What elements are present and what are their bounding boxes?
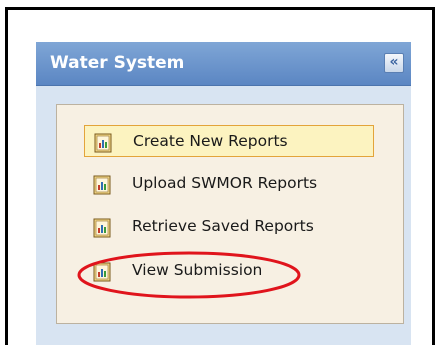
report-icon: [93, 218, 111, 238]
menu-item-upload-swmor-reports[interactable]: Upload SWMOR Reports: [84, 168, 384, 200]
menu-item-label: Retrieve Saved Reports: [132, 217, 314, 235]
collapse-button[interactable]: «: [384, 53, 404, 73]
menu-item-create-new-reports[interactable]: Create New Reports: [84, 125, 374, 157]
panel-header: Water System «: [36, 42, 411, 86]
report-icon: [93, 175, 111, 195]
report-icon: [93, 262, 111, 282]
menu-item-view-submission[interactable]: View Submission: [84, 255, 294, 287]
double-chevron-left-icon: «: [389, 54, 399, 70]
menu-item-label: Create New Reports: [133, 132, 288, 150]
panel-title: Water System: [50, 53, 185, 73]
menu-item-label: View Submission: [132, 261, 263, 279]
report-icon: [94, 133, 112, 153]
menu-item-retrieve-saved-reports[interactable]: Retrieve Saved Reports: [84, 211, 384, 243]
menu-item-label: Upload SWMOR Reports: [132, 174, 318, 192]
